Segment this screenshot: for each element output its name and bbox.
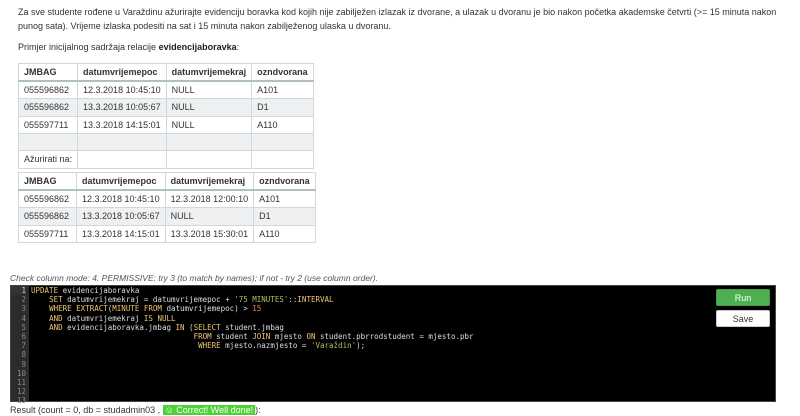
table-cell: 055596862 [18,189,77,208]
table-cell: NULL [165,80,253,99]
header-ozndvorana: ozndvorana [251,63,314,82]
save-button[interactable]: Save [716,310,770,327]
table-cell [251,133,314,151]
table-cell: 055596862 [17,80,79,99]
line-number: 6 [21,331,26,341]
table-cell: A101 [251,80,314,99]
run-button[interactable]: Run [716,289,770,306]
line-number: 8 [21,350,26,360]
check-column-note: Check column mode: 4. PERMISSIVE: try 3 … [10,273,378,283]
table-cell [17,133,79,151]
code-line: WHERE EXTRACT(MINUTE FROM datumvrijemepo… [49,304,262,314]
line-number: 9 [21,359,26,369]
initial-table: JMBAG datumvrijemepoc datumvrijemekraj o… [17,63,314,169]
code-area[interactable]: UPDATE evidencijaboravka SET datumvrijem… [31,286,705,405]
example-label: Primjer inicijalnog sadržaja relacije ev… [18,42,239,52]
table-cell: 055596862 [18,207,77,226]
table-cell: 12.3.2018 12:00:10 [164,189,255,208]
table-cell: 055596862 [17,98,79,117]
table-cell: NULL [165,98,253,117]
code-line: UPDATE evidencijaboravka [31,286,140,295]
line-number-gutter: 1 2 3 4 5 6 7 8 9 10 11 12 13 [11,286,29,405]
table-cell [77,133,167,151]
table-cell: 13.3.2018 14:15:01 [76,224,166,243]
table-cell: 13.3.2018 10:05:67 [76,207,166,226]
table-cell: D1 [253,207,316,226]
line-number: 11 [16,377,26,387]
table-cell: A101 [253,189,316,208]
result-prefix: Result (count = 0, db = studadmin03 , [10,405,163,415]
code-line: AND evidencijaboravka.jmbag IN (SELECT s… [49,322,284,332]
table-cell: A110 [251,115,314,134]
example-prefix: Primjer inicijalnog sadržaja relacije [18,42,159,52]
table-row: 055596862 13.3.2018 10:05:67 NULL D1 [17,98,314,117]
line-number: 2 [21,295,26,305]
table-cell: 055597711 [17,115,79,134]
code-line: SET datumvrijemekraj = datumvrijemepoc +… [49,295,334,305]
line-number: 1 [11,286,26,296]
header-datumvrijemekraj: datumvrijemekraj [164,172,255,191]
line-number: 4 [21,313,26,323]
table-cell: 13.3.2018 10:05:67 [77,98,167,117]
table-cell: 13.3.2018 15:30:01 [164,224,255,243]
header-datumvrijemepoc: datumvrijemepoc [76,172,166,191]
header-ozndvorana: ozndvorana [253,172,316,191]
code-line: FROM student JOIN mjesto ON student.pbrr… [193,331,474,341]
code-line: AND datumvrijemekraj IS NULL [49,313,176,323]
table-header-row: JMBAG datumvrijemepoc datumvrijemekraj o… [18,172,316,191]
table-cell: NULL [164,207,255,226]
table-cell: D1 [251,98,314,117]
table-cell: 055597711 [18,224,77,243]
table-cell: 13.3.2018 14:15:01 [77,115,167,134]
table-row: 055596862 13.3.2018 10:05:67 NULL D1 [18,207,316,226]
table-row: 055596862 12.3.2018 10:45:10 12.3.2018 1… [18,189,316,208]
result-status-badge: ☺ Correct! Well done! [162,405,256,415]
update-label: Ažurirati na: [17,150,79,169]
header-datumvrijemepoc: datumvrijemepoc [77,63,167,82]
table-cell [165,133,253,151]
header-jmbag: JMBAG [17,63,79,82]
table-row: 055597711 13.3.2018 14:15:01 13.3.2018 1… [18,224,316,243]
header-datumvrijemekraj: datumvrijemekraj [165,63,253,82]
table-cell [251,150,314,169]
table-cell: 12.3.2018 10:45:10 [76,189,166,208]
table-cell: 12.3.2018 10:45:10 [77,80,167,99]
table-cell: NULL [165,115,253,134]
updated-table: JMBAG datumvrijemepoc datumvrijemekraj o… [18,172,316,243]
code-line: WHERE mjesto.nazmjesto = 'Varaždin'); [198,341,366,351]
example-suffix: : [236,42,240,52]
table-cell [77,150,167,169]
result-suffix: ): [255,405,261,415]
line-number: 5 [21,322,26,332]
line-number: 3 [21,304,26,314]
table-row: 055597711 13.3.2018 14:15:01 NULL A110 [17,115,314,134]
line-number: 10 [16,368,26,378]
header-jmbag: JMBAG [18,172,77,191]
task-description: Za sve studente rođene u Varaždinu ažuri… [18,7,777,31]
line-number: 7 [21,341,26,351]
relation-name: evidencijaboravka [158,42,237,52]
table-row-update-label: Ažurirati na: [17,150,314,169]
result-line: Result (count = 0, db = studadmin03 , ☺ … [10,405,261,415]
table-cell [165,150,253,169]
line-number: 12 [16,387,26,397]
sql-editor[interactable]: 1 2 3 4 5 6 7 8 9 10 11 12 13 UPDATE evidencijaborav… [10,285,776,405]
table-row-empty [17,133,314,151]
table-cell: A110 [253,224,316,243]
table-row: 055596862 12.3.2018 10:45:10 NULL A101 [17,80,314,99]
table-header-row: JMBAG datumvrijemepoc datumvrijemekraj o… [17,63,314,82]
